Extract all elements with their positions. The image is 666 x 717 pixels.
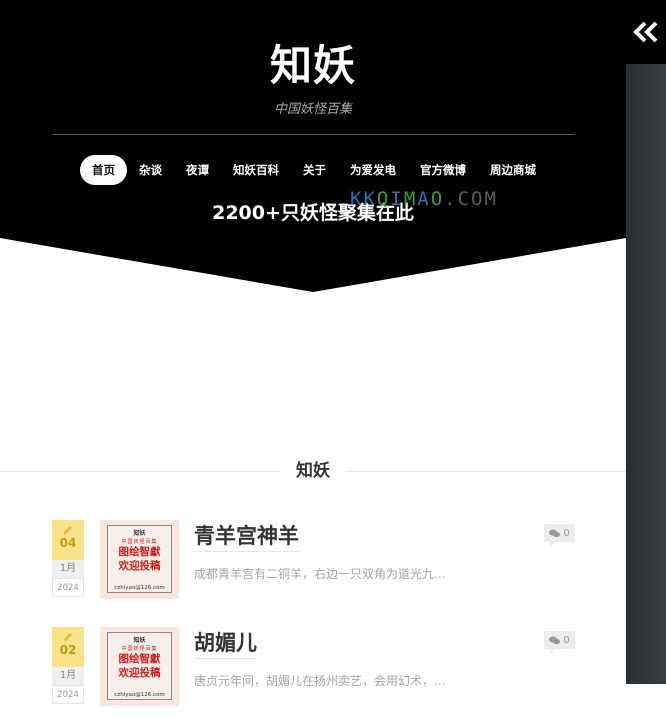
post-date-day: 02 — [59, 643, 77, 657]
watermark: KKQIMAO.COM — [350, 188, 498, 210]
nav-item-encyclopedia[interactable]: 知妖百科 — [221, 155, 291, 185]
post-excerpt: 唐贞元年间，胡媚儿在扬州卖艺，会用幻术，... — [194, 674, 446, 688]
post-thumbnail[interactable]: 知妖 中国妖怪百集 图绘智獻 欢迎投稿 czhiyao@126.com — [100, 627, 179, 706]
section-title: 知妖 — [280, 456, 346, 481]
site-subtitle: 中国妖怪百集 — [273, 102, 352, 117]
post-title-link[interactable]: 胡媚儿 — [194, 627, 257, 659]
nav-item-donate[interactable]: 为爱发电 — [338, 155, 408, 185]
post-excerpt: 成都青羊宫有二铜羊，右边一只双角为道光九... — [194, 567, 446, 581]
post-date-month: 1月 — [52, 560, 84, 578]
nav-item-shop[interactable]: 周边商城 — [478, 155, 548, 185]
double-chevron-left-icon — [633, 21, 658, 43]
comment-count: 0 — [563, 634, 570, 646]
comments-icon — [549, 529, 561, 537]
sidebar-panel — [626, 64, 666, 684]
header-bottom-chevron — [0, 230, 626, 292]
header-divider — [52, 134, 575, 135]
thumb-email: czhiyao@126.com — [114, 692, 165, 698]
post-date-year: 2024 — [52, 578, 84, 597]
nav-item-zatan[interactable]: 杂谈 — [127, 155, 174, 185]
thumb-subtitle: 中国妖怪百集 — [121, 539, 158, 545]
thumb-headline-2: 欢迎投稿 — [118, 667, 161, 679]
main-nav: 首页 杂谈 夜谭 知妖百科 关于 为爱发电 官方微博 周边商城 — [80, 155, 548, 185]
pencil-icon — [64, 526, 72, 534]
post-item: 02 1月 2024 知妖 中国妖怪百集 图绘智獻 欢迎投稿 czhiyao@1… — [52, 627, 576, 717]
thumb-headline-1: 图绘智獻 — [118, 653, 161, 665]
thumb-subtitle: 中国妖怪百集 — [121, 646, 158, 652]
site-slogan: 2200+只妖怪聚集在此 — [212, 202, 414, 224]
nav-item-yetan[interactable]: 夜谭 — [174, 155, 221, 185]
thumb-brand: 知妖 — [133, 530, 146, 537]
nav-item-home[interactable]: 首页 — [80, 155, 127, 185]
nav-item-weibo[interactable]: 官方微博 — [408, 155, 478, 185]
post-date-day: 04 — [59, 536, 77, 550]
comment-count-badge[interactable]: 0 — [544, 524, 575, 547]
sidebar-toggle-button[interactable] — [630, 16, 662, 48]
post-title-link[interactable]: 青羊宫神羊 — [194, 520, 299, 552]
thumb-headline-1: 图绘智獻 — [118, 546, 161, 558]
thumb-brand: 知妖 — [133, 637, 146, 644]
nav-item-about[interactable]: 关于 — [291, 155, 338, 185]
comment-count: 0 — [563, 527, 570, 539]
comment-count-badge[interactable]: 0 — [544, 631, 575, 654]
post-date: 02 1月 2024 — [52, 627, 84, 704]
post-date: 04 1月 2024 — [52, 520, 84, 597]
thumb-email: czhiyao@126.com — [114, 585, 165, 591]
post-date-year: 2024 — [52, 685, 84, 704]
pencil-icon — [64, 633, 72, 641]
post-date-month: 1月 — [52, 667, 84, 685]
site-title[interactable]: 知妖 — [0, 32, 626, 93]
post-item: 04 1月 2024 知妖 中国妖怪百集 图绘智獻 欢迎投稿 czhiyao@1… — [52, 520, 576, 610]
thumb-headline-2: 欢迎投稿 — [118, 560, 161, 572]
post-thumbnail[interactable]: 知妖 中国妖怪百集 图绘智獻 欢迎投稿 czhiyao@126.com — [100, 520, 179, 599]
comments-icon — [549, 636, 561, 644]
